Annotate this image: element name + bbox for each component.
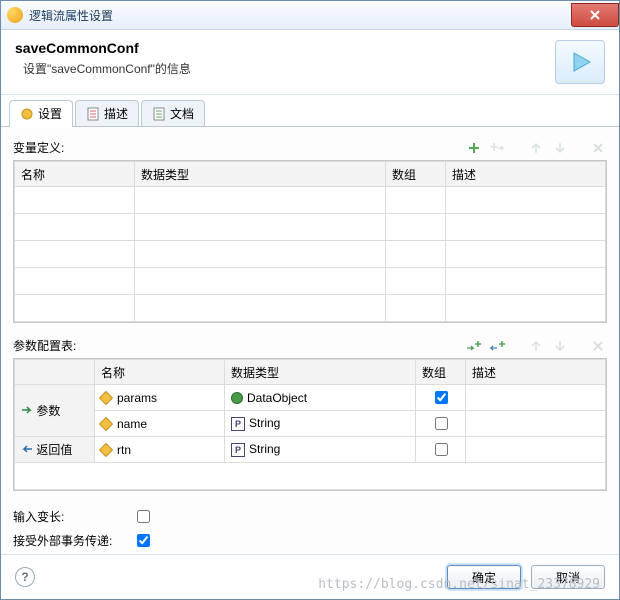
arrow-down-icon bbox=[554, 339, 566, 353]
table-row bbox=[15, 241, 606, 268]
out-arrow-icon bbox=[21, 444, 33, 454]
arrow-up-icon bbox=[530, 141, 542, 155]
dataobject-icon bbox=[231, 392, 243, 404]
vars-move-up-button[interactable] bbox=[527, 140, 545, 156]
primitive-icon: P bbox=[231, 443, 245, 457]
delete-icon bbox=[592, 142, 604, 154]
param-icon bbox=[99, 391, 113, 405]
desc-tab-icon bbox=[86, 107, 100, 121]
vars-toolbar bbox=[465, 140, 607, 156]
array-checkbox[interactable] bbox=[435, 443, 448, 456]
table-row bbox=[15, 268, 606, 295]
arrow-up-icon bbox=[530, 339, 542, 353]
group-in-header: 参数 bbox=[15, 385, 95, 437]
ok-button[interactable]: 确定 bbox=[447, 565, 521, 589]
arrow-down-icon bbox=[554, 141, 566, 155]
vars-table[interactable]: 名称 数据类型 数组 描述 bbox=[13, 160, 607, 323]
footer: ? 确定 取消 bbox=[1, 554, 619, 599]
table-row bbox=[15, 214, 606, 241]
array-checkbox[interactable] bbox=[435, 391, 448, 404]
entity-subtitle: 设置"saveCommonConf"的信息 bbox=[15, 60, 555, 77]
ext-tx-label: 接受外部事务传递: bbox=[13, 532, 133, 549]
tab-settings[interactable]: 设置 bbox=[9, 100, 73, 127]
tab-bar: 设置 描述 文档 bbox=[1, 95, 619, 127]
tab-desc[interactable]: 描述 bbox=[75, 100, 139, 126]
app-icon bbox=[7, 7, 23, 23]
vars-move-down-button[interactable] bbox=[551, 140, 569, 156]
vars-title: 变量定义: bbox=[13, 139, 465, 156]
titlebar: 逻辑流属性设置 bbox=[1, 1, 619, 30]
vars-add-sub-button[interactable] bbox=[489, 140, 507, 156]
param-icon bbox=[99, 417, 113, 431]
cancel-button[interactable]: 取消 bbox=[531, 565, 605, 589]
col-desc: 描述 bbox=[466, 360, 606, 385]
params-toolbar bbox=[465, 338, 607, 354]
tab-docs[interactable]: 文档 bbox=[141, 100, 205, 126]
run-button[interactable] bbox=[555, 40, 605, 84]
params-add-in-button[interactable] bbox=[465, 338, 483, 354]
docs-tab-icon bbox=[152, 107, 166, 121]
play-icon bbox=[566, 48, 594, 76]
params-table[interactable]: 名称 数据类型 数组 描述 参数 params DataObject bbox=[13, 358, 607, 491]
col-array: 数组 bbox=[416, 360, 466, 385]
plus-out-icon bbox=[490, 339, 506, 353]
plus-arrow-icon bbox=[490, 141, 506, 155]
table-row bbox=[15, 295, 606, 322]
params-add-out-button[interactable] bbox=[489, 338, 507, 354]
close-button[interactable] bbox=[571, 3, 619, 27]
varlen-checkbox[interactable] bbox=[137, 510, 150, 523]
delete-icon bbox=[592, 340, 604, 352]
param-icon bbox=[99, 443, 113, 457]
plus-in-icon bbox=[466, 339, 482, 353]
table-row[interactable]: name PString bbox=[15, 411, 606, 437]
tab-label: 文档 bbox=[170, 105, 194, 122]
params-move-up-button[interactable] bbox=[527, 338, 545, 354]
settings-tab-icon bbox=[20, 107, 34, 121]
varlen-label: 输入变长: bbox=[13, 508, 133, 525]
close-icon bbox=[589, 9, 601, 21]
content-panel: 变量定义: 名称 数据类型 数组 描述 bbox=[1, 127, 619, 554]
table-row[interactable]: 参数 params DataObject bbox=[15, 385, 606, 411]
header: saveCommonConf 设置"saveCommonConf"的信息 bbox=[1, 30, 619, 95]
col-array: 数组 bbox=[386, 162, 446, 187]
tab-label: 设置 bbox=[38, 105, 62, 122]
ext-tx-checkbox[interactable] bbox=[137, 534, 150, 547]
options-form: 输入变长: 接受外部事务传递: 设定逻辑流的作用域: 公有 私有 bbox=[13, 507, 607, 554]
col-name: 名称 bbox=[15, 162, 135, 187]
window-title: 逻辑流属性设置 bbox=[29, 7, 571, 24]
table-row[interactable]: 返回值 rtn PString bbox=[15, 437, 606, 463]
table-row bbox=[15, 187, 606, 214]
group-out-header: 返回值 bbox=[15, 437, 95, 463]
in-arrow-icon bbox=[21, 405, 33, 415]
tab-label: 描述 bbox=[104, 105, 128, 122]
vars-add-button[interactable] bbox=[465, 140, 483, 156]
entity-name: saveCommonConf bbox=[15, 40, 555, 56]
params-title: 参数配置表: bbox=[13, 337, 465, 354]
col-name: 名称 bbox=[95, 360, 225, 385]
array-checkbox[interactable] bbox=[435, 417, 448, 430]
params-move-down-button[interactable] bbox=[551, 338, 569, 354]
help-button[interactable]: ? bbox=[15, 567, 35, 587]
table-row bbox=[15, 463, 606, 490]
primitive-icon: P bbox=[231, 417, 245, 431]
params-delete-button[interactable] bbox=[589, 338, 607, 354]
col-desc: 描述 bbox=[446, 162, 606, 187]
vars-delete-button[interactable] bbox=[589, 140, 607, 156]
col-dtype: 数据类型 bbox=[225, 360, 416, 385]
plus-icon bbox=[467, 141, 481, 155]
col-dtype: 数据类型 bbox=[135, 162, 386, 187]
